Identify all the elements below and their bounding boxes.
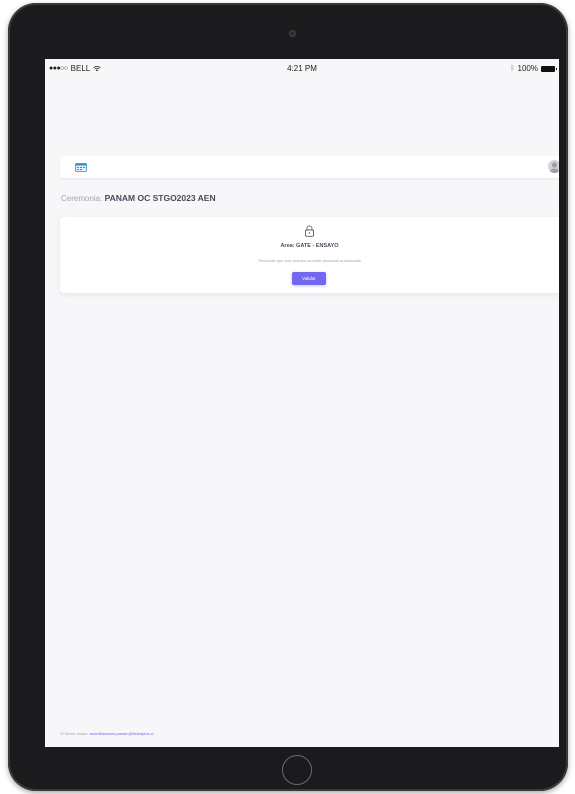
battery-percentage: 100% — [517, 64, 538, 73]
status-bar: ●●●○○ BELL 4:21 PM ᛒ 100% — [45, 59, 559, 77]
tablet-device-frame: ●●●○○ BELL 4:21 PM ᛒ 100% Ceremonia: PAN… — [8, 3, 568, 791]
footer-help-note: Si tienes dudas: acreditaciones.panam@ti… — [60, 731, 153, 736]
ceremony-value: PANAM OC STGO2023 AEN — [104, 193, 216, 203]
tablet-screen: ●●●○○ BELL 4:21 PM ᛒ 100% Ceremonia: PAN… — [45, 59, 559, 747]
validate-button[interactable]: Validar — [292, 272, 326, 285]
home-button[interactable] — [282, 755, 312, 785]
top-navbar — [60, 156, 559, 178]
status-time: 4:21 PM — [287, 64, 317, 73]
area-message: Recuerda que solo pueden acceder persona… — [258, 258, 361, 263]
area-title: Area: GATE - ENSAYO — [280, 243, 339, 249]
lock-icon — [305, 225, 314, 237]
footer-email-link[interactable]: acreditaciones.panam@ticketplus.cl — [90, 731, 154, 736]
camera-icon — [289, 30, 296, 37]
ceremony-info: Ceremonia: PANAM OC STGO2023 AEN — [61, 193, 216, 203]
online-status-dot — [558, 170, 559, 176]
ceremony-label: Ceremonia: — [61, 194, 103, 203]
status-right: ᛒ 100% — [510, 64, 557, 73]
bluetooth-icon: ᛒ — [510, 65, 515, 72]
battery-icon — [541, 65, 557, 72]
area-access-card: Area: GATE - ENSAYO Recuerda que solo pu… — [60, 217, 559, 293]
footer-prefix: Si tienes dudas: — [60, 731, 89, 736]
calendar-logo-icon[interactable] — [75, 163, 87, 172]
